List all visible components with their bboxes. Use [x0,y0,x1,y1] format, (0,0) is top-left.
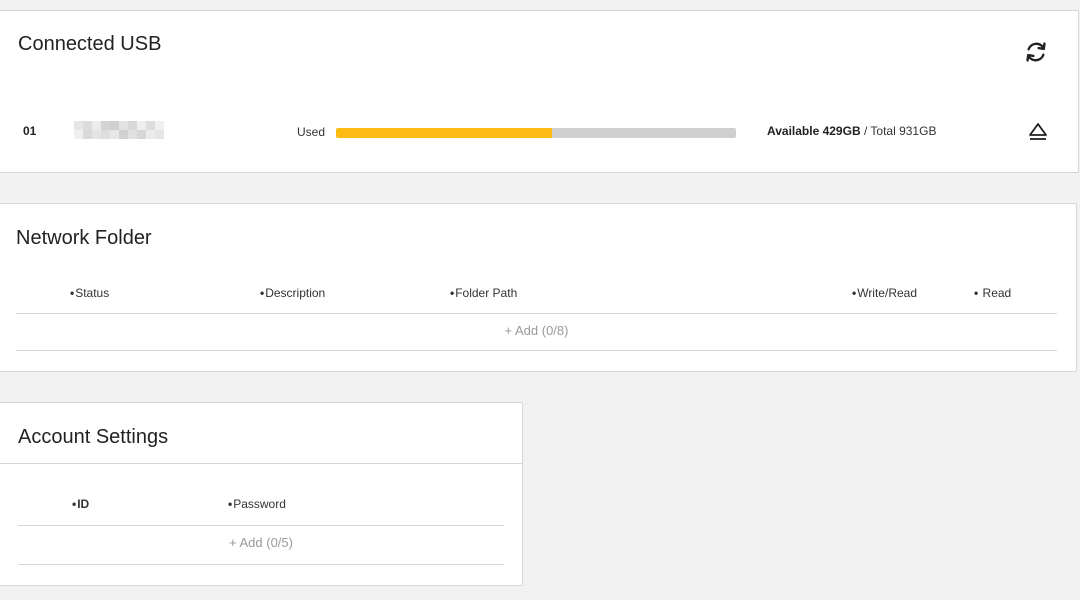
column-header-status: •Status [70,286,110,300]
account-settings-card: Account Settings •ID •Password + Add (0/… [0,402,523,586]
usage-bar [336,128,736,138]
column-header-read-label: Read [982,286,1012,300]
network-folder-title: Network Folder [16,227,152,249]
column-header-read: • Read [974,286,1012,300]
usb-device-index: 01 [23,124,37,138]
table-divider [16,313,1057,314]
column-header-write-read-label: Write/Read [857,286,918,300]
add-network-folder-button[interactable]: + Add (0/8) [16,323,1057,338]
available-capacity: Available 429GB [767,124,861,138]
column-header-status-label: Status [75,286,110,300]
column-header-write-read: •Write/Read [852,286,918,300]
title-divider [0,463,522,464]
used-label: Used [297,125,326,139]
column-header-password-label: Password [233,497,286,511]
table-divider [18,564,504,565]
total-capacity: Total 931GB [870,124,937,138]
usb-device-name-redacted [74,121,164,139]
column-header-id-label: ID [77,497,90,511]
eject-button[interactable] [1027,121,1049,143]
column-header-folder-path: •Folder Path [450,286,518,300]
capacity-separator: / [860,124,871,138]
refresh-button[interactable] [1023,39,1049,65]
account-settings-title: Account Settings [18,426,169,448]
refresh-icon [1026,42,1046,62]
column-header-description: •Description [260,286,326,300]
eject-icon [1029,123,1047,140]
column-header-folder-path-label: Folder Path [455,286,518,300]
connected-usb-card: Connected USB 01 Used Available 429GB / … [0,10,1079,173]
network-folder-card: Network Folder •Status •Description •Fol… [0,203,1077,372]
table-divider [18,525,504,526]
usage-bar-fill [336,128,552,138]
column-header-id: •ID [72,497,90,511]
column-header-password: •Password [228,497,286,511]
column-header-description-label: Description [265,286,326,300]
add-account-button[interactable]: + Add (0/5) [18,535,504,550]
table-divider [16,350,1057,351]
capacity-text: Available 429GB / Total 931GB [767,124,936,138]
connected-usb-title: Connected USB [18,33,162,55]
